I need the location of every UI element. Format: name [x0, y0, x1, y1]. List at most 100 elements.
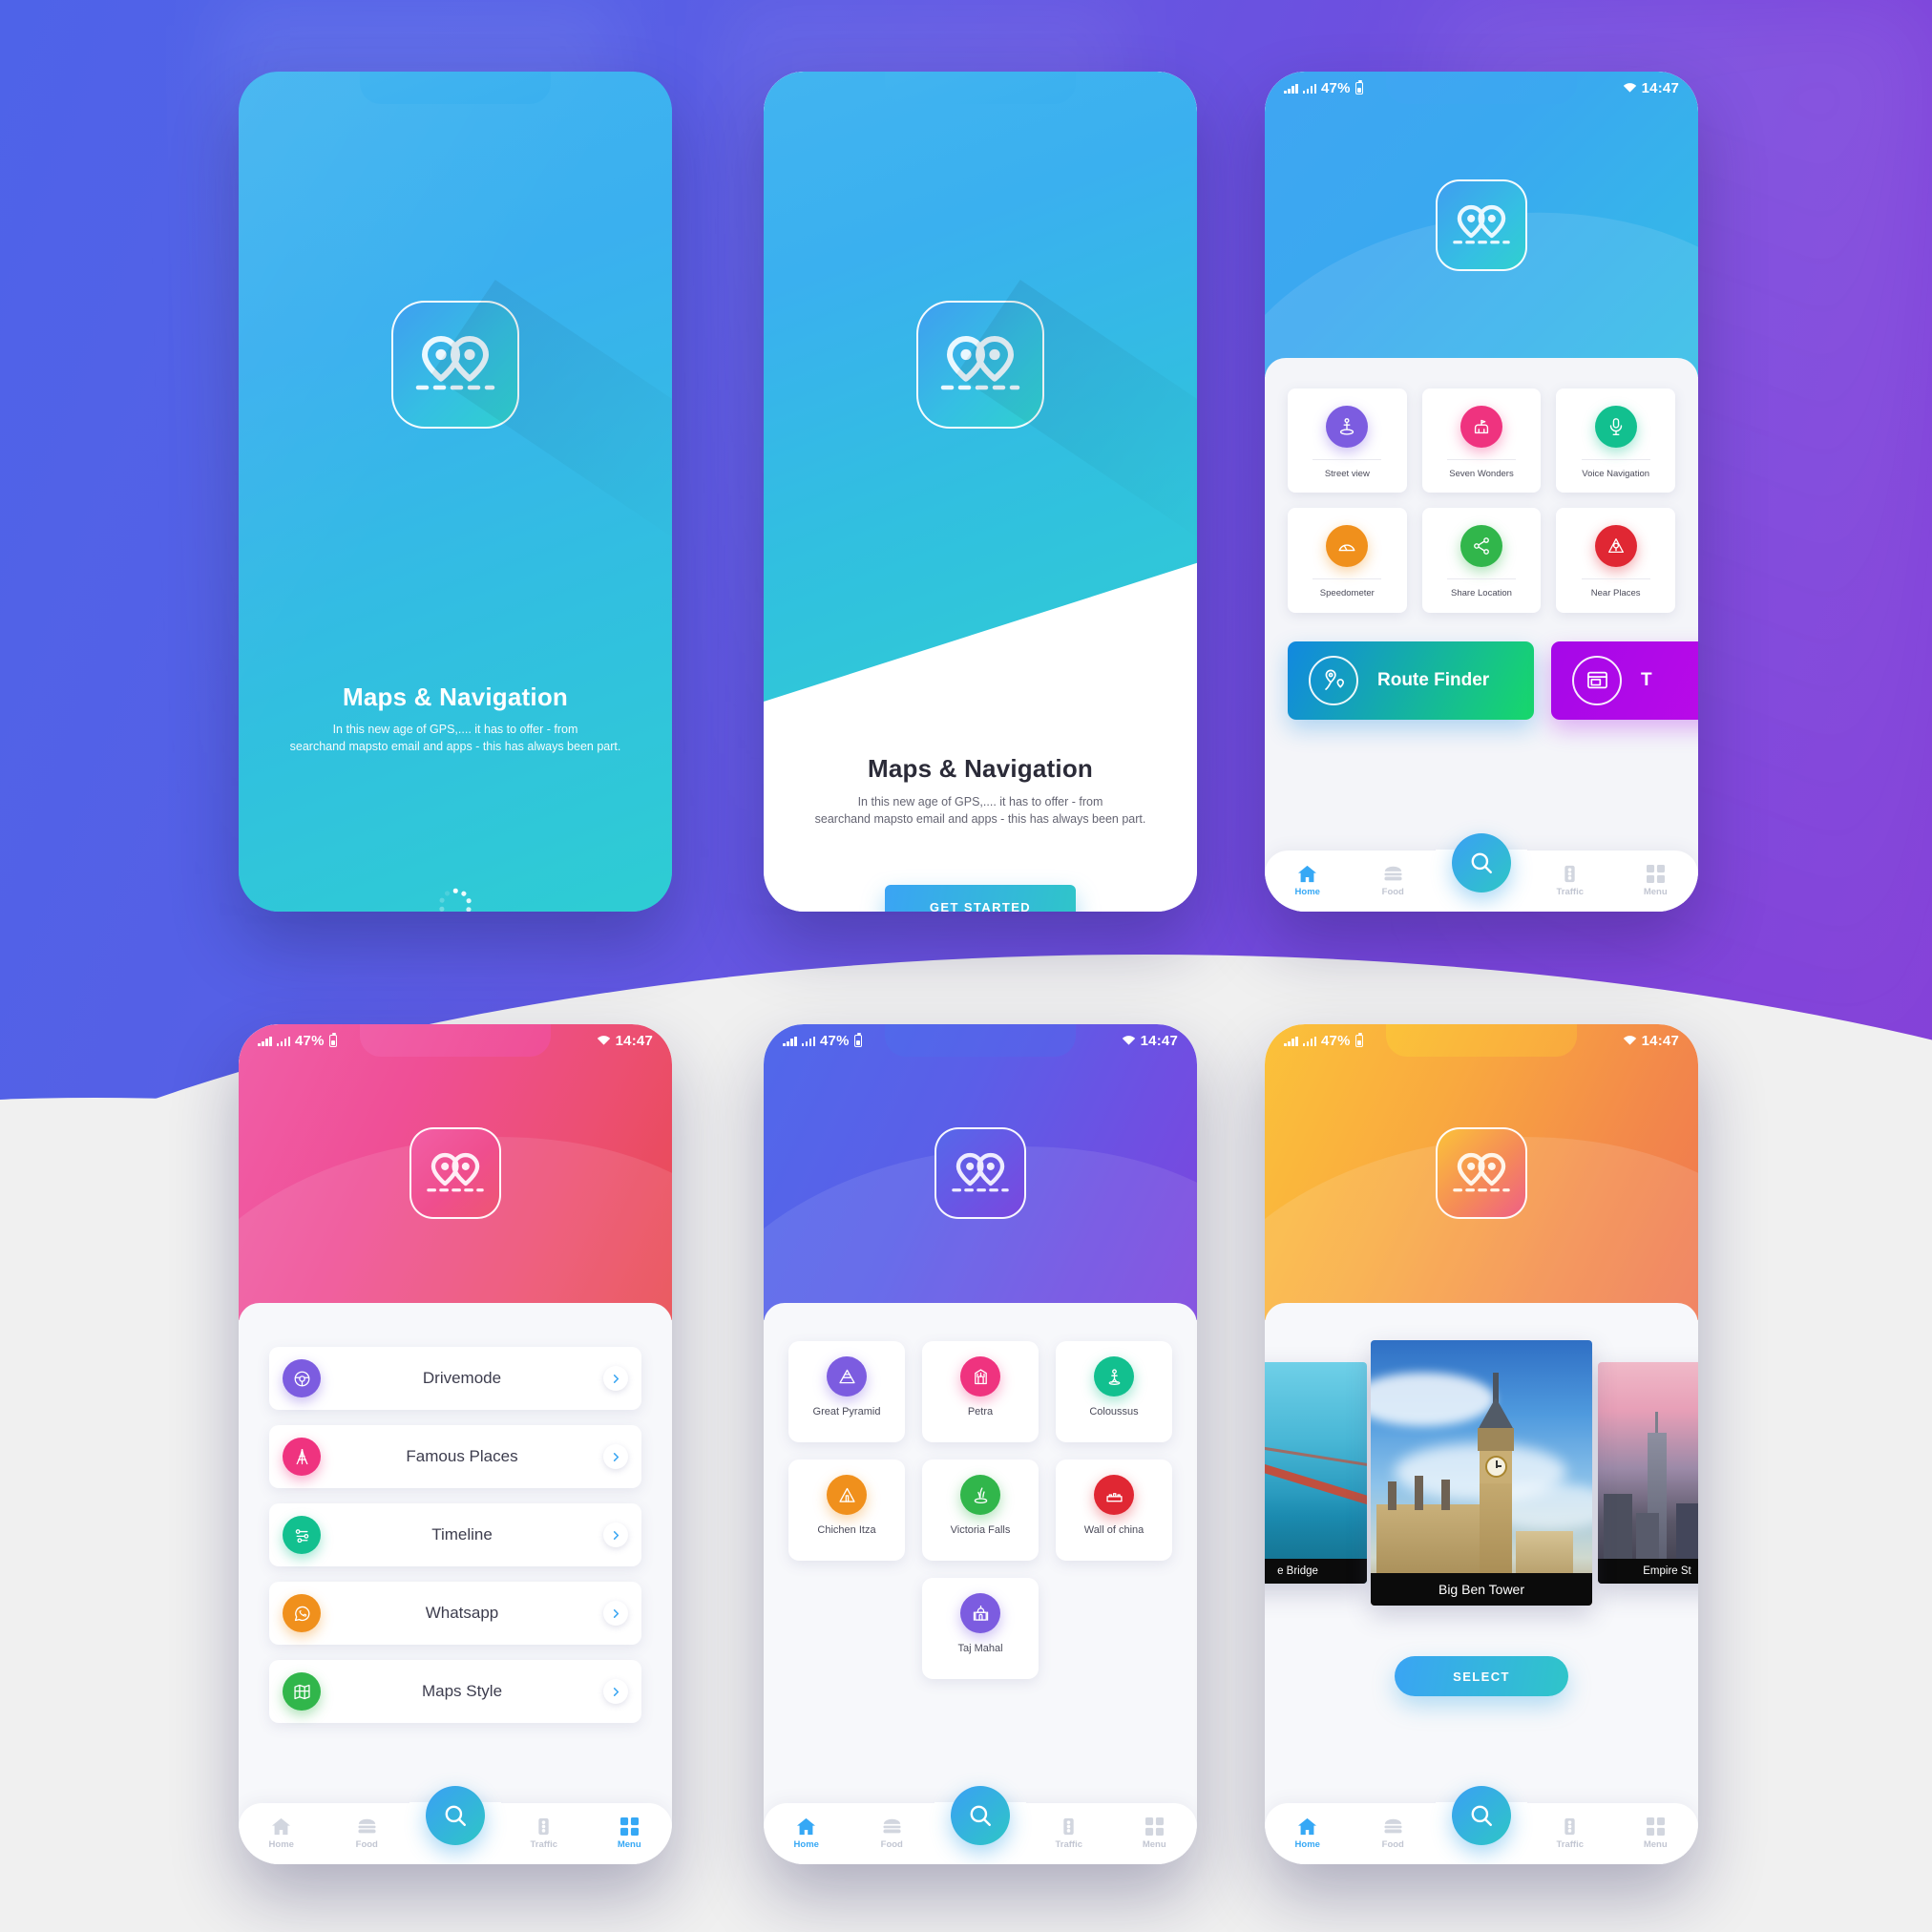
bottom-nav-item-home[interactable]: Home	[1265, 865, 1351, 897]
bottom-nav-label-traffic: Traffic	[530, 1839, 557, 1850]
select-button[interactable]: SELECT	[1395, 1656, 1568, 1696]
place-picker-sheet: e Bridge Big Ben Tower Empire St SELECT	[1265, 1303, 1698, 1864]
splash-screen: Maps & Navigation In this new age of GPS…	[239, 72, 672, 912]
timeline-icon	[283, 1516, 321, 1554]
bottom-nav-item-home[interactable]: Home	[239, 1817, 325, 1850]
bottom-nav-item-traffic[interactable]: Traffic	[501, 1817, 587, 1850]
bottom-nav-item-menu[interactable]: Menu	[1613, 1817, 1699, 1850]
bottom-nav-item-traffic[interactable]: Traffic	[1026, 1817, 1112, 1850]
menu-list: Drivemode Famous Places Timeline Whatsapp Ma…	[269, 1347, 641, 1723]
bottom-nav-item-menu[interactable]: Menu	[587, 1817, 673, 1850]
burger-icon	[883, 1818, 901, 1834]
feature-card[interactable]: Share Location	[1421, 508, 1542, 613]
bottom-nav-item-menu[interactable]: Menu	[1613, 865, 1699, 897]
battery-percent-label: 47%	[295, 1032, 325, 1049]
feature-card[interactable]: Speedometer	[1288, 508, 1407, 613]
wonder-card[interactable]: Coloussus	[1056, 1341, 1172, 1442]
grid-spacer	[1056, 1578, 1172, 1679]
clock-label: 14:47	[1140, 1032, 1178, 1049]
feature-card-label: Speedometer	[1319, 588, 1375, 599]
bridge-cable	[1265, 1441, 1367, 1469]
chevron-right-icon[interactable]	[603, 1601, 628, 1626]
signal-bars-icon-2	[801, 1036, 815, 1046]
get-started-label: GET STARTED	[929, 899, 1032, 913]
bottom-nav-label-home: Home	[793, 1839, 819, 1850]
pyramid-icon	[827, 1356, 867, 1396]
double-map-pin-logo-icon	[952, 1152, 1009, 1191]
card-divider	[1446, 459, 1517, 460]
card-divider	[1581, 459, 1650, 460]
feature-card[interactable]: Seven Wonders	[1421, 388, 1542, 494]
quick-action-button[interactable]: T	[1551, 640, 1698, 720]
feature-grid: Street view Seven Wonders Voice Navigation…	[1288, 388, 1675, 613]
grid-icon	[620, 1817, 639, 1836]
search-fab-button[interactable]	[426, 1786, 485, 1845]
app-logo	[1436, 179, 1527, 271]
get-started-button[interactable]: GET STARTED	[885, 885, 1076, 912]
search-icon	[1471, 852, 1492, 873]
onboarding-title: Maps & Navigation	[868, 754, 1093, 783]
carousel-slide-right[interactable]: Empire St	[1598, 1362, 1698, 1584]
wonder-card[interactable]: Wall of china	[1056, 1460, 1172, 1561]
wonder-card[interactable]: Chichen Itza	[788, 1460, 905, 1561]
search-icon	[1471, 1805, 1492, 1826]
place-carousel[interactable]: e Bridge Big Ben Tower Empire St	[1265, 1330, 1698, 1616]
grid-spacer	[788, 1578, 905, 1679]
double-map-pin-logo-icon	[1453, 1152, 1510, 1191]
microphone-icon	[1594, 406, 1637, 448]
chevron-right-icon[interactable]	[603, 1444, 628, 1469]
feature-card-label: Seven Wonders	[1449, 469, 1514, 479]
phone-notch	[885, 1024, 1076, 1057]
menu-list-item[interactable]: Drivemode	[269, 1347, 641, 1410]
carousel-caption-center: Big Ben Tower	[1371, 1573, 1592, 1606]
wonder-card[interactable]: Great Pyramid	[788, 1341, 905, 1442]
search-fab-button[interactable]	[1452, 1786, 1511, 1845]
clock-label: 14:47	[1641, 1032, 1679, 1049]
splash-subtitle-line-1: In this new age of GPS,.... it has to of…	[332, 723, 578, 736]
bottom-nav-item-food[interactable]: Food	[1351, 865, 1437, 897]
splash-subtitle-line-2: searchand mapsto email and apps - this h…	[289, 740, 621, 754]
card-divider	[1581, 578, 1650, 580]
bottom-nav-label-menu: Menu	[1643, 1839, 1668, 1850]
signal-bars-icon-2	[276, 1036, 290, 1046]
bottom-nav-item-traffic[interactable]: Traffic	[1527, 865, 1613, 897]
bottom-nav-item-traffic[interactable]: Traffic	[1527, 1817, 1613, 1850]
seven-wonders-icon	[1460, 406, 1502, 448]
search-fab-button[interactable]	[951, 1786, 1010, 1845]
bottom-nav-item-home[interactable]: Home	[1265, 1817, 1351, 1850]
feature-card[interactable]: Near Places	[1556, 508, 1675, 613]
menu-list-item[interactable]: Timeline	[269, 1503, 641, 1566]
double-map-pin-logo-icon	[427, 1152, 484, 1191]
phone-place-picker: 47% 14:47 e Bridge Big Ben Tower Empire …	[1265, 1024, 1698, 1864]
wonder-card-label: Great Pyramid	[812, 1406, 881, 1418]
bottom-nav-item-menu[interactable]: Menu	[1112, 1817, 1198, 1850]
wonder-card[interactable]: Victoria Falls	[922, 1460, 1039, 1561]
phone-onboarding: Maps & Navigation In this new age of GPS…	[764, 72, 1197, 912]
chevron-right-icon[interactable]	[603, 1679, 628, 1704]
signal-bars-icon	[1284, 1036, 1298, 1046]
feature-card[interactable]: Voice Navigation	[1556, 388, 1675, 494]
menu-list-item[interactable]: Whatsapp	[269, 1582, 641, 1645]
grid-icon	[1646, 1817, 1665, 1836]
menu-list-item[interactable]: Maps Style	[269, 1660, 641, 1723]
feature-card[interactable]: Street view	[1288, 388, 1407, 494]
search-fab-button[interactable]	[1452, 833, 1511, 892]
speedometer-icon	[1326, 525, 1369, 568]
home-icon	[1298, 1817, 1317, 1836]
carousel-slide-center[interactable]: Big Ben Tower	[1371, 1340, 1592, 1606]
chevron-right-icon[interactable]	[603, 1522, 628, 1547]
chevron-right-icon[interactable]	[603, 1366, 628, 1391]
wonder-card-label: Victoria Falls	[950, 1524, 1011, 1536]
wonder-card[interactable]: Petra	[922, 1341, 1039, 1442]
menu-list-item[interactable]: Famous Places	[269, 1425, 641, 1488]
carousel-slide-left[interactable]: e Bridge	[1265, 1362, 1367, 1584]
quick-action-row: Route Finder T	[1288, 640, 1698, 720]
bottom-nav-item-food[interactable]: Food	[325, 1817, 410, 1850]
menu-item-label: Timeline	[431, 1525, 493, 1544]
quick-action-button[interactable]: Route Finder	[1288, 640, 1534, 720]
wonder-card[interactable]: Taj Mahal	[922, 1578, 1039, 1679]
bottom-nav-item-food[interactable]: Food	[1351, 1817, 1437, 1850]
wonders-grid-overflow: Taj Mahal	[788, 1578, 1172, 1679]
bottom-nav-item-food[interactable]: Food	[850, 1817, 935, 1850]
bottom-nav-item-home[interactable]: Home	[764, 1817, 850, 1850]
